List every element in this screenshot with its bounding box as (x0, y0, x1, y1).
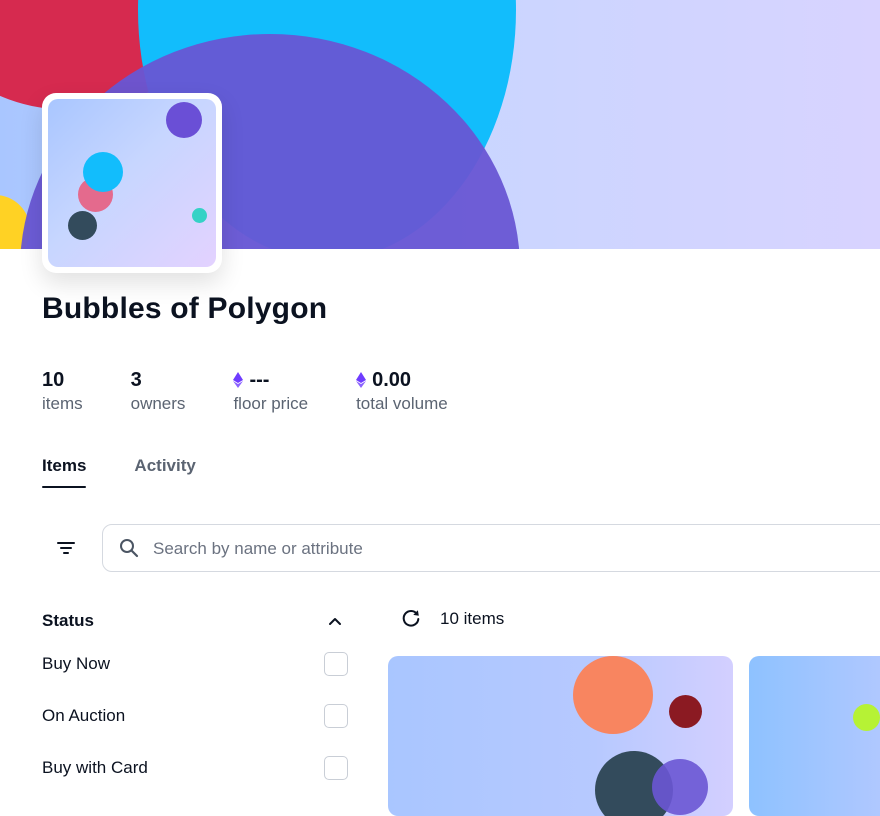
collection-avatar (42, 93, 222, 273)
avatar-bubble-dark (68, 211, 97, 240)
status-option-label: On Auction (42, 706, 126, 725)
stat-value: 10 (42, 369, 65, 391)
avatar-image (48, 99, 216, 267)
search-icon (120, 539, 139, 558)
stat-items: 10 items (42, 368, 83, 414)
collection-tabs: Items Activity (42, 456, 196, 488)
collection-stats: 10 items 3 owners --- floor price 0.00 t… (42, 368, 448, 414)
status-filter-title: Status (42, 611, 94, 630)
stat-owners: 3 owners (131, 368, 186, 414)
ethereum-icon (233, 372, 244, 388)
stat-label: owners (130, 394, 186, 413)
card-bubble-orange (573, 656, 653, 734)
status-option-checkbox[interactable] (324, 652, 348, 676)
status-option-label: Buy Now (42, 654, 111, 673)
stat-floor-price: --- floor price (233, 368, 308, 414)
stat-value: --- (249, 369, 270, 391)
search-bar[interactable] (102, 524, 880, 573)
avatar-bubble-purple (166, 102, 202, 138)
nft-card[interactable] (749, 656, 880, 816)
avatar-bubble-cyan (83, 152, 123, 192)
card-bubble-lime (853, 704, 880, 731)
search-input[interactable] (151, 525, 855, 573)
status-option-checkbox[interactable] (324, 704, 348, 728)
filter-toggle-button[interactable] (42, 524, 90, 572)
status-option-checkbox[interactable] (324, 756, 348, 780)
stat-value-row: 0.00 (356, 368, 448, 392)
stat-total-volume: 0.00 total volume (356, 368, 448, 414)
filters-sidebar: Status Buy Now On Auction Buy with Card (42, 604, 348, 794)
collection-title: Bubbles of Polygon (42, 292, 328, 325)
tab-items[interactable]: Items (42, 456, 87, 488)
tab-activity[interactable]: Activity (134, 456, 195, 488)
status-filter-header[interactable]: Status (42, 604, 348, 638)
status-option-label: Buy with Card (42, 758, 148, 777)
stat-label: floor price (233, 394, 309, 413)
chevron-up-icon (329, 618, 341, 625)
results-count: 10 items (440, 609, 505, 628)
card-bubble-purple (652, 759, 708, 815)
status-option-on-auction[interactable]: On Auction (42, 690, 348, 742)
ethereum-icon (356, 372, 367, 388)
nft-card[interactable] (388, 656, 733, 816)
stat-value: 0.00 (372, 369, 412, 391)
status-option-buy-now[interactable]: Buy Now (42, 638, 348, 690)
stat-label: items (42, 394, 83, 413)
status-option-buy-with-card[interactable]: Buy with Card (42, 742, 348, 794)
refresh-icon[interactable] (400, 608, 422, 630)
avatar-bubble-teal (192, 208, 207, 223)
results-bar: 10 items (400, 608, 504, 630)
filter-icon (57, 542, 75, 554)
stat-value: 3 (130, 369, 142, 391)
stat-value-row: --- (233, 368, 308, 392)
stat-label: total volume (356, 394, 448, 413)
card-bubble-maroon (669, 695, 702, 728)
